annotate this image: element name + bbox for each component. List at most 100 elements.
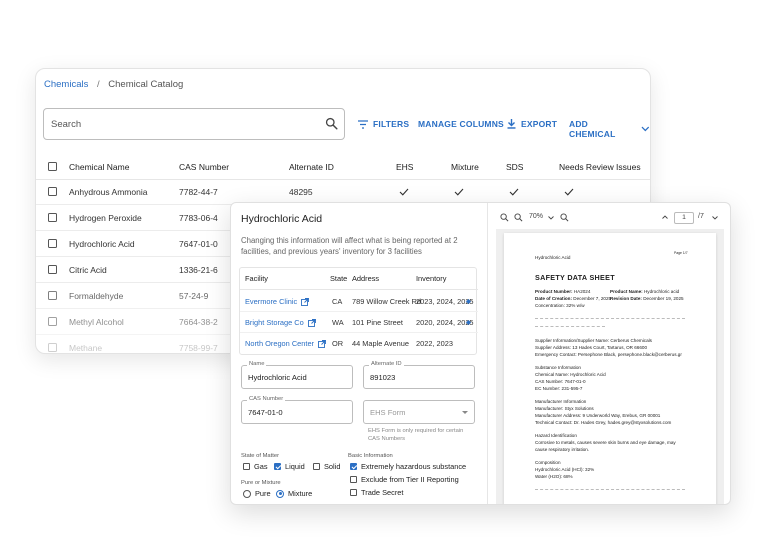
solid-checkbox[interactable]: Solid xyxy=(313,462,340,471)
cas-number-cell: 57-24-9 xyxy=(179,291,209,301)
export-button[interactable]: EXPORT xyxy=(507,119,557,129)
cas-number-field-label: CAS Number xyxy=(247,396,286,402)
exclude-tier-ii-label: Exclude from Tier II Reporting xyxy=(361,475,459,484)
sds-revision-date-value: December 19, 2025 xyxy=(643,296,684,301)
name-field[interactable]: Name Hydrochloric Acid xyxy=(241,361,353,389)
cas-number-cell: 7664-38-2 xyxy=(179,317,218,327)
sds-substance-line: CAS Number: 7647-01-0 xyxy=(535,379,586,384)
checkbox-box xyxy=(274,463,281,470)
chemical-name-cell: Methyl Alcohol xyxy=(69,317,124,327)
column-header-cas-number[interactable]: CAS Number xyxy=(179,154,229,180)
radio-circle xyxy=(276,489,284,498)
breadcrumb-current: Chemical Catalog xyxy=(108,79,184,90)
alternate-id-field[interactable]: Alternate ID 891023 xyxy=(363,361,475,389)
liquid-label: Liquid xyxy=(285,462,305,471)
checkbox-box xyxy=(350,463,357,470)
row-checkbox[interactable] xyxy=(48,239,57,248)
facility-link-bright-storage-co[interactable]: Bright Storage Co xyxy=(245,312,316,333)
zoom-dropdown-chevron-icon[interactable] xyxy=(548,216,554,220)
chemical-name-cell: Citric Acid xyxy=(69,265,107,275)
sds-manufacturer-line: Manufacturer Information xyxy=(535,399,587,404)
row-checkbox[interactable] xyxy=(48,343,57,352)
state-column-header: State xyxy=(330,274,348,283)
sds-substance-line: Chemical Name: Hydrochloric Acid xyxy=(535,372,606,377)
facility-row: Evermore Clinic CA 789 Willow Creek Rd 2… xyxy=(240,291,478,312)
sds-revision-date: Revision Date: December 19, 2025 xyxy=(610,296,684,301)
next-page-chevron-down-icon[interactable] xyxy=(712,216,718,220)
basic-information-label: Basic Information xyxy=(348,453,393,459)
filters-button-label: FILTERS xyxy=(373,119,410,129)
sds-product-name-value: Hydrochloric acid xyxy=(643,289,680,294)
state-of-matter-label: State of Matter xyxy=(241,453,280,459)
detail-title: Hydrochloric Acid xyxy=(241,213,323,225)
facility-link-north-oregon-center[interactable]: North Oregon Center xyxy=(245,333,326,354)
zoom-level[interactable]: 70% xyxy=(529,213,543,220)
name-field-value: Hydrochloric Acid xyxy=(248,373,307,382)
ehs-form-placeholder: EHS Form xyxy=(370,408,406,417)
column-header-issues[interactable]: Issues xyxy=(616,154,641,180)
sds-check-icon xyxy=(509,188,519,196)
row-checkbox[interactable] xyxy=(48,291,57,300)
search-icon[interactable] xyxy=(325,117,338,130)
zoom-out-icon[interactable] xyxy=(514,213,523,222)
page-number-input[interactable]: 1 xyxy=(674,212,694,224)
exclude-tier-ii-checkbox[interactable]: Exclude from Tier II Reporting xyxy=(350,475,459,484)
filters-button[interactable]: FILTERS xyxy=(358,119,409,129)
checkbox-box xyxy=(313,463,320,470)
zoom-in-icon[interactable] xyxy=(500,213,509,222)
column-header-needs-review[interactable]: Needs Review xyxy=(559,154,614,180)
pure-radio[interactable]: Pure xyxy=(243,489,271,498)
sds-supplier-line: Supplier Address: 13 Hades Court, Tartar… xyxy=(535,345,648,350)
manage-columns-button[interactable]: MANAGE COLUMNS xyxy=(418,119,504,129)
column-header-alternate-id[interactable]: Alternate ID xyxy=(289,154,334,180)
breadcrumb-chemicals-link[interactable]: Chemicals xyxy=(44,79,88,90)
needs-review-check-icon xyxy=(564,188,574,196)
column-header-mixture[interactable]: Mixture xyxy=(451,154,479,180)
sds-manufacturer-line: Manufacturer: Styx Solutions xyxy=(535,406,594,411)
add-chemical-button[interactable]: ADD CHEMICAL xyxy=(569,119,650,139)
row-checkbox[interactable] xyxy=(48,265,57,274)
address-column-header: Address xyxy=(352,274,380,283)
facility-state: WA xyxy=(332,318,344,327)
sds-composition-line: Composition xyxy=(535,460,561,465)
gas-checkbox[interactable]: Gas xyxy=(243,462,268,471)
sds-product-number-value: HA2024 xyxy=(573,289,591,294)
extremely-hazardous-label: Extremely hazardous substance xyxy=(361,462,467,471)
mixture-radio[interactable]: Mixture xyxy=(276,489,312,498)
ehs-check-icon xyxy=(399,188,409,196)
mixture-label: Mixture xyxy=(288,489,313,498)
sds-document-page: Hydrochloric Acid Page 1/7 SAFETY DATA S… xyxy=(504,233,716,504)
catalog-table-header: Chemical Name CAS Number Alternate ID EH… xyxy=(36,154,650,180)
facility-name: Bright Storage Co xyxy=(245,318,304,327)
ehs-form-select[interactable]: EHS Form xyxy=(363,400,475,424)
column-header-ehs[interactable]: EHS xyxy=(396,154,413,180)
extremely-hazardous-checkbox[interactable]: Extremely hazardous substance xyxy=(350,462,466,471)
column-header-sds[interactable]: SDS xyxy=(506,154,523,180)
column-header-chemical-name[interactable]: Chemical Name xyxy=(69,154,129,180)
search-document-icon[interactable] xyxy=(560,213,569,222)
row-checkbox[interactable] xyxy=(48,317,57,326)
facility-row: North Oregon Center OR 44 Maple Avenue 2… xyxy=(240,333,478,354)
chemical-name-cell: Hydrochloric Acid xyxy=(69,239,135,249)
trade-secret-checkbox[interactable]: Trade Secret xyxy=(350,488,403,497)
sds-supplier-line: Emergency Contact: Persephone Black, per… xyxy=(535,352,682,357)
previous-page-chevron-up-icon[interactable] xyxy=(662,215,668,219)
row-checkbox[interactable] xyxy=(48,187,57,196)
open-in-new-icon xyxy=(301,297,310,306)
info-diamond-icon[interactable] xyxy=(466,299,471,304)
liquid-checkbox[interactable]: Liquid xyxy=(274,462,305,471)
cas-number-field-value: 7647-01-0 xyxy=(248,408,283,417)
search-input[interactable] xyxy=(44,109,304,139)
row-checkbox[interactable] xyxy=(48,213,57,222)
search-box xyxy=(43,108,345,140)
sds-revision-date-label: Revision Date: xyxy=(610,296,642,301)
panel-divider xyxy=(487,203,488,504)
sds-product-name-label: Product Name: xyxy=(610,289,643,294)
facility-link-evermore-clinic[interactable]: Evermore Clinic xyxy=(245,291,310,312)
select-all-checkbox[interactable] xyxy=(48,162,57,171)
pdf-viewer-toolbar: 70% 1 /7 xyxy=(496,211,724,227)
cas-number-field[interactable]: CAS Number 7647-01-0 xyxy=(241,396,353,424)
info-diamond-icon[interactable] xyxy=(466,320,471,325)
manage-columns-button-label: MANAGE COLUMNS xyxy=(418,119,504,129)
facility-table: Facility State Address Inventory Evermor… xyxy=(239,267,478,355)
